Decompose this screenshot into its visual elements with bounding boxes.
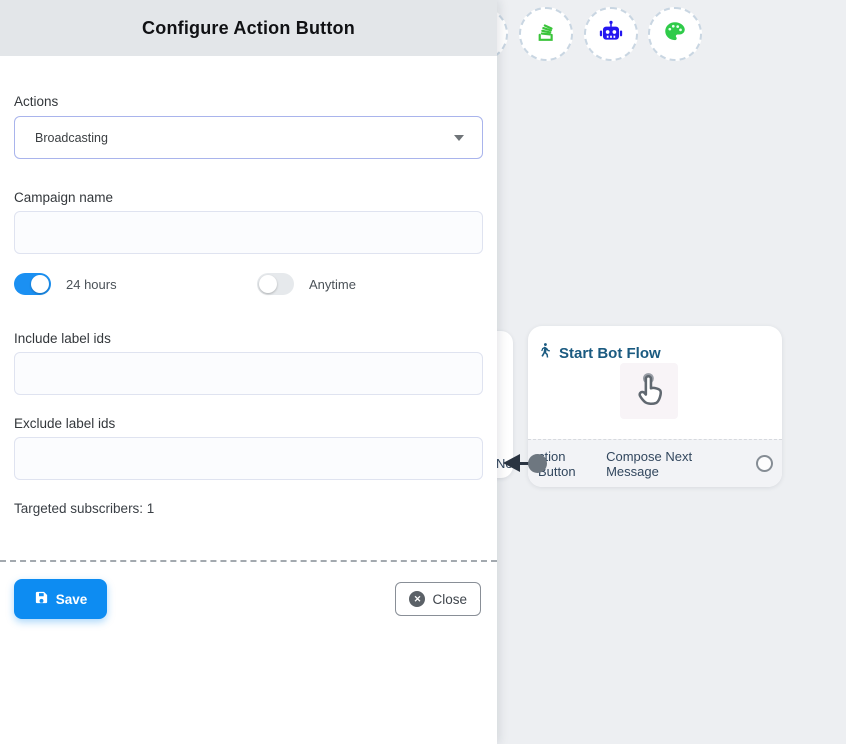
actions-selected-value: Broadcasting (35, 131, 108, 145)
toolbar-button-bot[interactable] (584, 7, 638, 61)
walking-person-icon (536, 342, 553, 364)
connection-port-ring[interactable] (756, 455, 773, 472)
robot-icon (598, 19, 624, 50)
exclude-label-ids-label: Exclude label ids (14, 416, 483, 431)
tap-cursor-icon (628, 368, 670, 415)
dashed-divider (0, 560, 497, 562)
toggle-24-hours[interactable] (14, 273, 51, 295)
close-button[interactable]: ✕ Close (395, 582, 481, 616)
config-panel: Configure Action Button Actions Broadcas… (0, 0, 497, 744)
save-button-label: Save (56, 592, 88, 607)
actions-label: Actions (14, 94, 483, 109)
node-title: Start Bot Flow (559, 345, 661, 362)
app-window: Start Bot Flow ction Button Compose Next… (0, 0, 846, 744)
save-icon (34, 590, 49, 608)
toggles-row: 24 hours Anytime (14, 273, 483, 295)
campaign-name-input[interactable] (14, 211, 483, 254)
toggle-anytime[interactable] (257, 273, 294, 295)
toggle-24-hours-label: 24 hours (66, 277, 117, 292)
connection-port-filled[interactable] (528, 454, 547, 473)
toolbar-button-broadcast[interactable] (519, 7, 573, 61)
node-footer: ction Button Compose Next Message (528, 439, 782, 487)
targeted-subscribers-text: Targeted subscribers: 1 (14, 501, 483, 516)
campaign-name-label: Campaign name (14, 190, 483, 205)
panel-header: Configure Action Button (0, 0, 497, 56)
close-button-label: Close (432, 592, 467, 607)
toolbar-button-theme[interactable] (648, 7, 702, 61)
layers-stack-icon (533, 19, 559, 50)
node-header: Start Bot Flow (528, 326, 782, 364)
node-body (528, 364, 782, 443)
port-label-action-button[interactable]: ction Button (538, 449, 606, 479)
flow-node-start-bot[interactable]: Start Bot Flow ction Button Compose Next… (528, 326, 782, 487)
caret-down-icon (454, 135, 464, 141)
tap-cursor-box[interactable] (620, 363, 678, 419)
port-label-compose-next[interactable]: Compose Next Message (606, 449, 747, 479)
toggle-knob (31, 275, 49, 293)
include-label-ids-label: Include label ids (14, 331, 483, 346)
toggle-anytime-label: Anytime (309, 277, 356, 292)
save-button[interactable]: Save (14, 579, 107, 619)
palette-icon (662, 19, 688, 50)
edge-connector[interactable] (503, 453, 548, 474)
toggle-knob (259, 275, 277, 293)
panel-title: Configure Action Button (142, 18, 355, 39)
include-label-ids-input[interactable] (14, 352, 483, 395)
exclude-label-ids-input[interactable] (14, 437, 483, 480)
close-circle-icon: ✕ (409, 591, 425, 607)
actions-select[interactable]: Broadcasting (14, 116, 483, 159)
